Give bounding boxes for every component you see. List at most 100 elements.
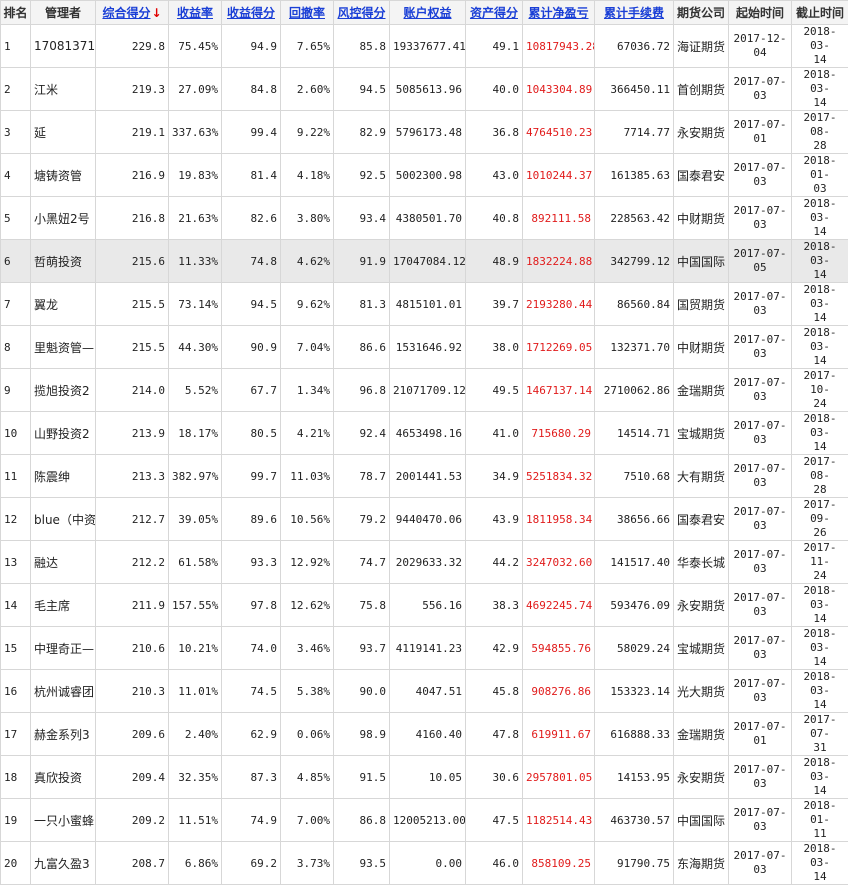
table-row[interactable]: 2江米219.327.09%84.82.60%94.55085613.9640.… [1, 68, 848, 111]
cell-end-time: 2018-03-14 [792, 197, 848, 240]
cell-total-score: 213.9 [96, 412, 169, 455]
cell-end-time-day: 26 [813, 526, 826, 539]
cell-rank: 6 [1, 240, 31, 283]
cell-start-time-ym: 2017-07- [734, 118, 787, 131]
header-yield-score[interactable]: 收益得分 [222, 1, 281, 25]
cell-yield: 6.86% [169, 842, 222, 885]
cell-asset-score: 44.2 [466, 541, 523, 584]
cell-manager[interactable]: blue（中资 [31, 498, 96, 541]
cell-manager[interactable]: 170813717 [31, 25, 96, 68]
cell-asset-score: 36.8 [466, 111, 523, 154]
cell-manager[interactable]: 里魁资管— [31, 326, 96, 369]
cell-yield-score: 82.6 [222, 197, 281, 240]
cell-manager[interactable]: 塘铸资管 [31, 154, 96, 197]
cell-end-time-day: 14 [813, 96, 826, 109]
cell-manager[interactable]: 翼龙 [31, 283, 96, 326]
cell-start-time-day: 03 [753, 777, 766, 790]
header-net-profit[interactable]: 累计净盈亏 [523, 1, 595, 25]
cell-manager[interactable]: 毛主席 [31, 584, 96, 627]
cell-yield-score: 74.0 [222, 627, 281, 670]
cell-manager[interactable]: 中理奇正— [31, 627, 96, 670]
header-total-score[interactable]: 综合得分↓ [96, 1, 169, 25]
cell-end-time: 2017-11-24 [792, 541, 848, 584]
header-total-score-label[interactable]: 综合得分 [102, 6, 150, 20]
cell-net-profit: 4692245.74 [523, 584, 595, 627]
cell-end-time-day: 03 [813, 182, 826, 195]
table-row[interactable]: 8里魁资管—215.544.30%90.97.04%86.61531646.92… [1, 326, 848, 369]
cell-yield-score: 97.8 [222, 584, 281, 627]
cell-equity: 4653498.16 [390, 412, 466, 455]
table-row[interactable]: 10山野投资2213.918.17%80.54.21%92.44653498.1… [1, 412, 848, 455]
cell-total-score: 212.2 [96, 541, 169, 584]
cell-company: 永安期货 [674, 584, 729, 627]
cell-risk-score: 92.4 [334, 412, 390, 455]
cell-company: 永安期货 [674, 111, 729, 154]
header-risk-score[interactable]: 风控得分 [334, 1, 390, 25]
table-row[interactable]: 1170813717229.875.45%94.97.65%85.8193376… [1, 25, 848, 68]
cell-company: 中财期货 [674, 197, 729, 240]
cell-total-score: 215.5 [96, 326, 169, 369]
cell-equity: 0.00 [390, 842, 466, 885]
cell-end-time: 2018-03-14 [792, 842, 848, 885]
table-row[interactable]: 5小黑妞2号216.821.63%82.63.80%93.44380501.70… [1, 197, 848, 240]
table-row[interactable]: 18真欣投资209.432.35%87.34.85%91.510.0530.62… [1, 756, 848, 799]
cell-manager[interactable]: 揽旭投资2 [31, 369, 96, 412]
cell-manager[interactable]: 山野投资2 [31, 412, 96, 455]
cell-equity: 21071709.12 [390, 369, 466, 412]
table-row[interactable]: 7翼龙215.573.14%94.59.62%81.34815101.0139.… [1, 283, 848, 326]
header-drawdown[interactable]: 回撤率 [281, 1, 334, 25]
table-row[interactable]: 19一只小蜜蜂209.211.51%74.97.00%86.812005213.… [1, 799, 848, 842]
cell-fees: 593476.09 [595, 584, 674, 627]
cell-fees: 132371.70 [595, 326, 674, 369]
table-row[interactable]: 16杭州诚睿团210.311.01%74.55.38%90.04047.5145… [1, 670, 848, 713]
header-company: 期货公司 [674, 1, 729, 25]
cell-manager[interactable]: 陈震绅 [31, 455, 96, 498]
cell-end-time-day: 14 [813, 53, 826, 66]
table-row[interactable]: 20九富久盈3208.76.86%69.23.73%93.50.0046.085… [1, 842, 848, 885]
cell-start-time: 2017-07-03 [729, 68, 792, 111]
cell-manager[interactable]: 九富久盈3 [31, 842, 96, 885]
table-row[interactable]: 14毛主席211.9157.55%97.812.62%75.8556.1638.… [1, 584, 848, 627]
table-row[interactable]: 6哲萌投资215.611.33%74.84.62%91.917047084.12… [1, 240, 848, 283]
cell-total-score: 215.6 [96, 240, 169, 283]
cell-end-time-day: 14 [813, 354, 826, 367]
cell-asset-score: 38.3 [466, 584, 523, 627]
table-row[interactable]: 4塘铸资管216.919.83%81.44.18%92.55002300.984… [1, 154, 848, 197]
header-fees[interactable]: 累计手续费 [595, 1, 674, 25]
cell-manager[interactable]: 融达 [31, 541, 96, 584]
cell-yield-score: 74.9 [222, 799, 281, 842]
table-row[interactable]: 3延219.1337.63%99.49.22%82.95796173.4836.… [1, 111, 848, 154]
table-row[interactable]: 11陈震绅213.3382.97%99.711.03%78.72001441.5… [1, 455, 848, 498]
cell-risk-score: 79.2 [334, 498, 390, 541]
table-row[interactable]: 13融达212.261.58%93.312.92%74.72029633.324… [1, 541, 848, 584]
cell-end-time-day: 14 [813, 311, 826, 324]
cell-manager[interactable]: 延 [31, 111, 96, 154]
cell-manager[interactable]: 小黑妞2号 [31, 197, 96, 240]
cell-manager[interactable]: 哲萌投资 [31, 240, 96, 283]
header-rank: 排名 [1, 1, 31, 25]
cell-end-time-ym: 2017-09- [803, 498, 836, 525]
cell-start-time-ym: 2017-07- [734, 419, 787, 432]
cell-start-time: 2017-07-03 [729, 842, 792, 885]
cell-manager[interactable]: 一只小蜜蜂 [31, 799, 96, 842]
table-row[interactable]: 15中理奇正—210.610.21%74.03.46%93.74119141.2… [1, 627, 848, 670]
cell-company: 金瑞期货 [674, 369, 729, 412]
cell-risk-score: 93.4 [334, 197, 390, 240]
table-row[interactable]: 9揽旭投资2214.05.52%67.71.34%96.821071709.12… [1, 369, 848, 412]
cell-end-time-day: 14 [813, 784, 826, 797]
cell-yield: 11.33% [169, 240, 222, 283]
cell-yield-score: 90.9 [222, 326, 281, 369]
cell-manager[interactable]: 江米 [31, 68, 96, 111]
cell-manager[interactable]: 真欣投资 [31, 756, 96, 799]
cell-start-time-ym: 2017-07- [734, 505, 787, 518]
header-equity[interactable]: 账户权益 [390, 1, 466, 25]
header-yield[interactable]: 收益率 [169, 1, 222, 25]
cell-asset-score: 49.1 [466, 25, 523, 68]
cell-manager[interactable]: 杭州诚睿团 [31, 670, 96, 713]
cell-fees: 161385.63 [595, 154, 674, 197]
header-asset-score[interactable]: 资产得分 [466, 1, 523, 25]
cell-start-time-day: 03 [753, 648, 766, 661]
cell-end-time-day: 28 [813, 483, 826, 496]
cell-risk-score: 82.9 [334, 111, 390, 154]
table-row[interactable]: 12blue（中资212.739.05%89.610.56%79.2944047… [1, 498, 848, 541]
